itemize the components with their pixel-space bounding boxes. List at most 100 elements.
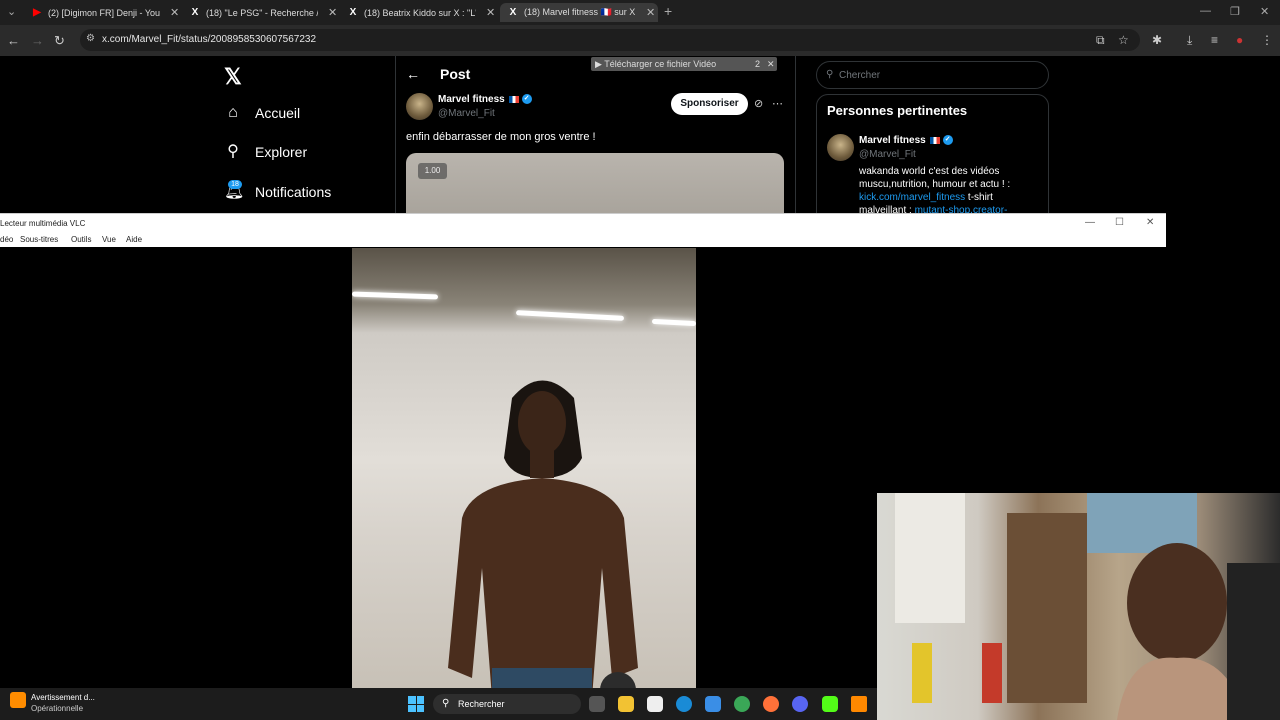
tweet-video[interactable]: 1.00 bbox=[406, 153, 784, 216]
tab-marvel-fitness[interactable]: X (18) Marvel fitness 🇫🇷 sur X : "en ✕ bbox=[500, 3, 658, 22]
x-logo-icon: X bbox=[509, 6, 517, 18]
verified-badge-icon: ✓ bbox=[942, 135, 953, 146]
menu-subtitles[interactable]: Sous-titres bbox=[20, 235, 58, 244]
vlc-menu-bar: déo Sous-titres Outils Vue Aide bbox=[0, 233, 1166, 247]
discord-icon[interactable] bbox=[792, 696, 808, 712]
search-placeholder: Chercher bbox=[839, 70, 881, 81]
author-name-text: Marvel fitness bbox=[438, 94, 505, 105]
store-icon[interactable] bbox=[705, 696, 721, 712]
tab-beatrix-kiddo[interactable]: X (18) Beatrix Kiddo sur X : "L'exté ✕ bbox=[340, 3, 498, 22]
menu-tools[interactable]: Outils bbox=[71, 235, 91, 244]
nav-explore[interactable]: ⚲ Explorer bbox=[224, 143, 307, 161]
reload-icon[interactable]: ↻ bbox=[54, 33, 65, 49]
windows-start-icon[interactable] bbox=[408, 696, 424, 712]
france-flag-icon bbox=[929, 136, 940, 144]
tweet-text: enfin débarrasser de mon gros ventre ! bbox=[406, 131, 596, 143]
back-icon[interactable]: ← bbox=[7, 33, 20, 48]
webcam-overlay bbox=[877, 493, 1280, 720]
close-icon[interactable]: ✕ bbox=[646, 6, 655, 19]
close-icon[interactable]: ✕ bbox=[486, 6, 495, 19]
more-options-icon[interactable]: ⋯ bbox=[772, 97, 783, 110]
youtube-icon: ▶ bbox=[33, 6, 41, 18]
close-icon[interactable]: ✕ bbox=[1146, 217, 1154, 228]
media-control-icon[interactable]: ≡ bbox=[1211, 33, 1218, 47]
playback-speed-badge[interactable]: 1.00 bbox=[418, 163, 447, 179]
warning-icon[interactable] bbox=[10, 692, 26, 708]
menu-video[interactable]: déo bbox=[0, 235, 13, 244]
browser-toolbar: ← → ↻ ⚙ x.com/Marvel_Fit/status/20089585… bbox=[0, 25, 1280, 56]
search-icon: ⚲ bbox=[826, 69, 834, 80]
tab-youtube[interactable]: ▶ (2) [Digimon FR] Denji - YouTube ✕ bbox=[24, 3, 182, 22]
nav-home[interactable]: ⌂ Accueil bbox=[224, 104, 300, 122]
nav-notifications-label: Notifications bbox=[255, 184, 332, 200]
menu-icon[interactable]: ⋮ bbox=[1261, 33, 1273, 47]
sponsor-button[interactable]: Sponsoriser bbox=[671, 93, 748, 115]
grok-icon[interactable]: ⊘ bbox=[754, 97, 763, 110]
bio-line: kick.com/marvel_fitness t-shirt bbox=[859, 191, 1039, 204]
tab-search-icon[interactable]: ⌄ bbox=[7, 5, 16, 18]
minimize-icon[interactable]: — bbox=[1200, 5, 1211, 17]
close-icon[interactable]: ✕ bbox=[767, 57, 775, 71]
close-icon[interactable]: ✕ bbox=[328, 6, 337, 19]
vlc-icon[interactable] bbox=[851, 696, 867, 712]
maximize-icon[interactable]: ☐ bbox=[1115, 217, 1124, 228]
extensions-icon[interactable]: ✱ bbox=[1152, 33, 1162, 47]
menu-help[interactable]: Aide bbox=[126, 235, 142, 244]
ceiling-light bbox=[651, 318, 696, 327]
notepad-icon[interactable] bbox=[647, 696, 663, 712]
restore-icon[interactable]: ❐ bbox=[1230, 5, 1240, 18]
video-download-bar[interactable]: ▶ Télécharger ce fichier Vidéo 2 ✕ bbox=[591, 57, 777, 71]
profile-icon[interactable]: ● bbox=[1236, 33, 1243, 47]
close-window-icon[interactable]: ✕ bbox=[1260, 5, 1269, 18]
edge-icon[interactable] bbox=[676, 696, 692, 712]
tab-title: (18) Beatrix Kiddo sur X : "L'exté bbox=[364, 7, 476, 18]
related-bio: wakanda world c'est des vidéos muscu,nut… bbox=[859, 165, 1039, 217]
taskbar-search[interactable]: ⚲ Rechercher bbox=[433, 694, 581, 714]
forward-icon[interactable]: → bbox=[31, 33, 44, 48]
related-title: Personnes pertinentes bbox=[827, 103, 968, 118]
related-name[interactable]: Marvel fitness ✓ bbox=[859, 135, 953, 146]
vlc-title-bar[interactable]: Lecteur multimédia VLC — ☐ ✕ bbox=[0, 213, 1166, 233]
webcam-scene bbox=[895, 493, 1280, 720]
avatar[interactable] bbox=[406, 93, 433, 120]
close-icon[interactable]: ✕ bbox=[170, 6, 179, 19]
x-logo-icon[interactable]: 𝕏 bbox=[224, 64, 242, 90]
vlc-title: Lecteur multimédia VLC bbox=[0, 219, 86, 228]
nav-explore-label: Explorer bbox=[255, 144, 308, 160]
chrome-icon[interactable] bbox=[734, 696, 750, 712]
search-input[interactable]: ⚲ Chercher bbox=[816, 61, 1049, 89]
download-icon[interactable]: ⤓ bbox=[1187, 33, 1192, 48]
download-bar-label: ▶ Télécharger ce fichier Vidéo bbox=[595, 59, 717, 69]
firefox-icon[interactable] bbox=[763, 696, 779, 712]
address-bar[interactable]: ⚙ x.com/Marvel_Fit/status/20089585306075… bbox=[80, 29, 1140, 51]
related-handle[interactable]: @Marvel_Fit bbox=[859, 149, 916, 160]
install-app-icon[interactable]: ⧉ bbox=[1096, 33, 1105, 48]
search-icon: ⚲ bbox=[227, 143, 239, 160]
download-count: 2 bbox=[755, 59, 761, 69]
new-tab-icon[interactable]: + bbox=[664, 3, 672, 19]
kick-icon[interactable] bbox=[822, 696, 838, 712]
ceiling-light bbox=[352, 291, 439, 300]
task-view-icon[interactable] bbox=[589, 696, 605, 712]
related-people-panel: Personnes pertinentes Marvel fitness ✓ @M… bbox=[816, 94, 1049, 216]
warning-subtitle: Opérationnelle bbox=[31, 704, 84, 713]
vlc-video-frame[interactable] bbox=[352, 248, 696, 720]
bookmark-star-icon[interactable]: ☆ bbox=[1118, 33, 1129, 47]
author-handle[interactable]: @Marvel_Fit bbox=[438, 108, 495, 119]
ceiling-light bbox=[515, 310, 625, 321]
tab-le-psg[interactable]: X (18) "Le PSG" - Recherche / X ✕ bbox=[182, 3, 340, 22]
nav-home-label: Accueil bbox=[255, 105, 301, 121]
bio-link[interactable]: kick.com/marvel_fitness bbox=[859, 192, 965, 203]
bio-line: wakanda world c'est des vidéos bbox=[859, 166, 1000, 177]
file-explorer-icon[interactable] bbox=[618, 696, 634, 712]
site-info-icon[interactable]: ⚙ bbox=[86, 33, 95, 44]
avatar[interactable] bbox=[827, 134, 854, 161]
tab-title: (18) "Le PSG" - Recherche / X bbox=[206, 7, 318, 18]
x-logo-icon: X bbox=[349, 6, 357, 18]
menu-view[interactable]: Vue bbox=[102, 235, 116, 244]
author-name[interactable]: Marvel fitness ✓ bbox=[438, 94, 532, 105]
minimize-icon[interactable]: — bbox=[1085, 217, 1095, 228]
back-arrow-icon[interactable]: ← bbox=[406, 66, 420, 82]
screen: ⌄ ▶ (2) [Digimon FR] Denji - YouTube ✕ X… bbox=[0, 0, 1280, 720]
tab-title: (2) [Digimon FR] Denji - YouTube bbox=[48, 7, 160, 18]
